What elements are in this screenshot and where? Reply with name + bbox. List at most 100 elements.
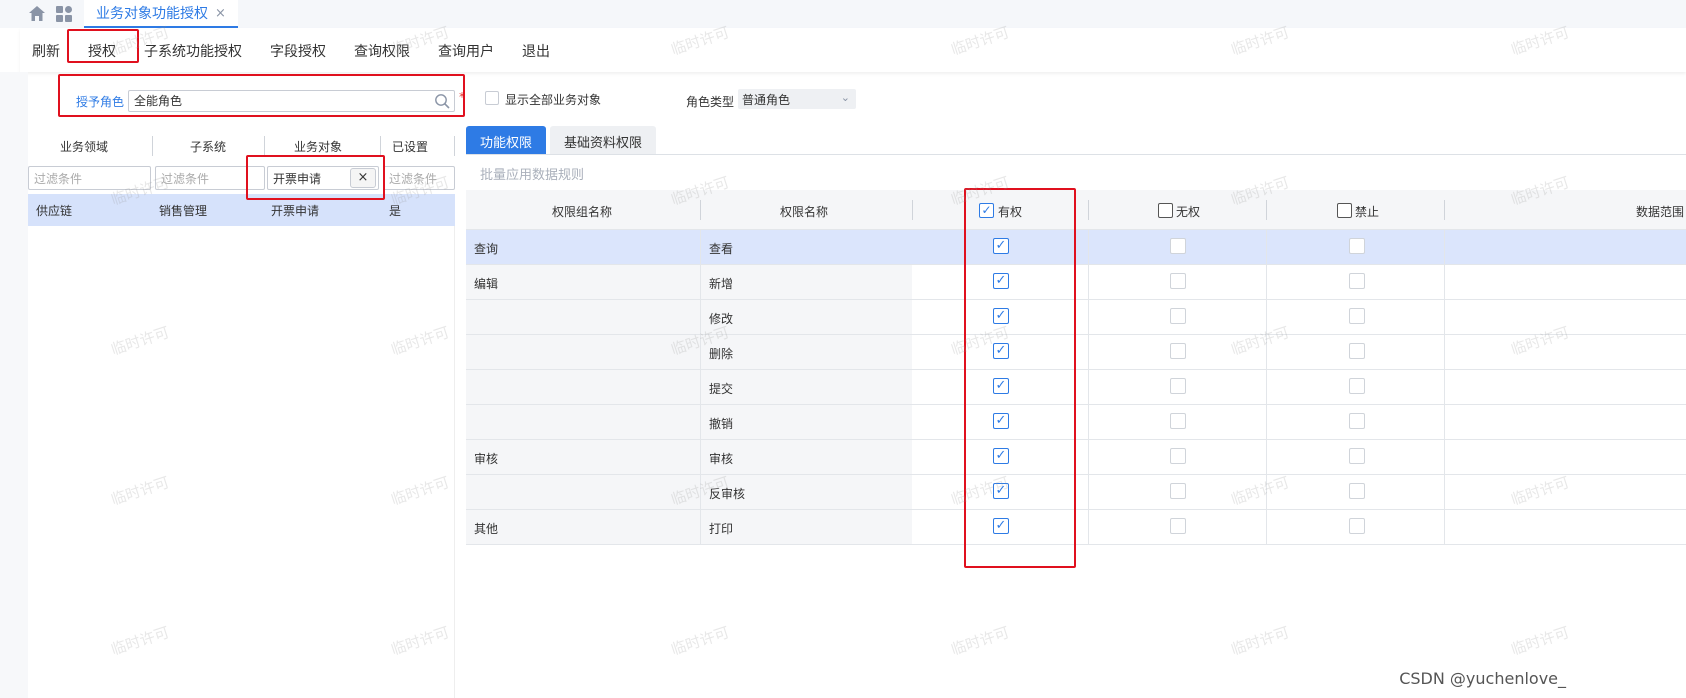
grant-role-input[interactable]: 全能角色	[128, 90, 455, 112]
no-permission-checkbox[interactable]	[1170, 413, 1186, 429]
table-row[interactable]: 撤销 ✓	[466, 405, 1686, 440]
grid-body: 查询 查看 ✓ 编辑 新增 ✓ 修改 ✓ 删除 ✓ 提交 ✓ 撤销 ✓ 审核 审核 ✓ 反审核 ✓ 其他 打印 ✓	[466, 230, 1686, 545]
batch-apply-rules-button[interactable]: 批量应用数据规则	[480, 164, 584, 183]
tab-function-permission[interactable]: 功能权限	[466, 126, 547, 154]
apps-grid-icon[interactable]	[56, 6, 72, 22]
has-permission-checkbox[interactable]: ✓	[993, 483, 1009, 499]
filter-business-domain[interactable]: 过滤条件	[28, 166, 151, 190]
cell-permission-name: 提交	[700, 370, 912, 404]
grant-role-label: 授予角色	[76, 95, 125, 109]
role-type-select[interactable]: 普通角色 ⌄	[738, 89, 856, 109]
has-permission-checkbox[interactable]: ✓	[993, 413, 1009, 429]
cell-permission-name: 删除	[700, 335, 912, 369]
cell-permission-name: 新增	[700, 265, 912, 299]
tab-business-object-auth[interactable]: 业务对象功能授权 ×	[84, 0, 238, 28]
table-row[interactable]: 删除 ✓	[466, 335, 1686, 370]
table-row[interactable]: 修改 ✓	[466, 300, 1686, 335]
deny-checkbox[interactable]	[1349, 448, 1365, 464]
no-permission-checkbox[interactable]	[1170, 483, 1186, 499]
deny-checkbox[interactable]	[1349, 308, 1365, 324]
refresh-button[interactable]: 刷新	[32, 41, 60, 61]
no-permission-checkbox[interactable]	[1170, 273, 1186, 289]
cell-domain: 供应链	[36, 204, 73, 218]
deny-checkbox[interactable]	[1349, 273, 1365, 289]
deny-checkbox[interactable]	[1349, 413, 1365, 429]
role-type-value: 普通角色	[742, 93, 791, 107]
watermark-text: 临时许可	[668, 623, 732, 659]
table-row[interactable]: 编辑 新增 ✓	[466, 265, 1686, 300]
deny-checkbox[interactable]	[1349, 343, 1365, 359]
cell-permission-name: 修改	[700, 300, 912, 334]
has-permission-checkbox[interactable]: ✓	[993, 238, 1009, 254]
col-has-permission: 有权	[998, 205, 1023, 219]
row-background	[912, 440, 1686, 474]
cell-group-name	[466, 475, 700, 509]
no-permission-checkbox[interactable]	[1170, 518, 1186, 534]
header-none-checkbox[interactable]	[1158, 203, 1173, 218]
cell-permission-name: 打印	[700, 510, 912, 544]
permission-grid: 权限组名称 权限名称 ✓ 有权 无权 禁止 数据范围 查询 查看 ✓ 编辑 新增 ✓ 修改 ✓…	[466, 190, 1686, 545]
header-deny-checkbox[interactable]	[1337, 203, 1352, 218]
col-no-permission: 无权	[1176, 205, 1201, 219]
has-permission-checkbox[interactable]: ✓	[993, 308, 1009, 324]
has-permission-checkbox[interactable]: ✓	[993, 518, 1009, 534]
table-row[interactable]: 提交 ✓	[466, 370, 1686, 405]
no-permission-checkbox[interactable]	[1170, 308, 1186, 324]
show-all-checkbox[interactable]	[485, 91, 499, 105]
cell-group-name	[466, 405, 700, 439]
close-icon[interactable]: ×	[215, 6, 226, 21]
filter-placeholder: 过滤条件	[161, 172, 210, 186]
cell-group-name: 编辑	[466, 265, 700, 299]
no-permission-checkbox[interactable]	[1170, 343, 1186, 359]
no-permission-checkbox[interactable]	[1170, 238, 1186, 254]
table-row[interactable]: 其他 打印 ✓	[466, 510, 1686, 545]
row-background	[912, 475, 1686, 509]
field-auth-button[interactable]: 字段授权	[270, 41, 326, 61]
col-business-object[interactable]: 业务对象	[264, 138, 372, 155]
deny-checkbox[interactable]	[1349, 378, 1365, 394]
deny-checkbox[interactable]	[1349, 518, 1365, 534]
clear-filter-button[interactable]: ×	[350, 168, 376, 188]
filter-business-object[interactable]: 开票申请 ×	[267, 166, 379, 190]
has-permission-checkbox[interactable]: ✓	[993, 273, 1009, 289]
cell-object: 开票申请	[271, 204, 320, 218]
cell-permission-name: 审核	[700, 440, 912, 474]
query-permission-button[interactable]: 查询权限	[354, 41, 410, 61]
tab-divider	[466, 154, 1686, 155]
col-group-name: 权限组名称	[552, 205, 613, 219]
watermark-text: 临时许可	[1228, 623, 1292, 659]
no-permission-checkbox[interactable]	[1170, 378, 1186, 394]
deny-checkbox[interactable]	[1349, 238, 1365, 254]
subsystem-auth-button[interactable]: 子系统功能授权	[144, 41, 242, 61]
no-permission-checkbox[interactable]	[1170, 448, 1186, 464]
header-has-checkbox[interactable]: ✓	[979, 203, 994, 218]
grant-role-value: 全能角色	[134, 94, 183, 108]
has-permission-checkbox[interactable]: ✓	[993, 448, 1009, 464]
authorize-button[interactable]: 授权	[88, 41, 116, 61]
filter-is-set[interactable]: 过滤条件	[383, 166, 455, 190]
tab-title: 业务对象功能授权	[96, 6, 208, 22]
search-icon[interactable]	[434, 93, 450, 109]
exit-button[interactable]: 退出	[522, 41, 550, 61]
watermark-text: 临时许可	[948, 623, 1012, 659]
table-row[interactable]: 查询 查看 ✓	[466, 230, 1686, 265]
table-row[interactable]: 审核 审核 ✓	[466, 440, 1686, 475]
has-permission-checkbox[interactable]: ✓	[993, 378, 1009, 394]
col-business-domain[interactable]: 业务领域	[28, 138, 140, 155]
role-type-label: 角色类型	[686, 95, 735, 109]
chevron-down-icon: ⌄	[840, 91, 850, 104]
home-icon[interactable]	[28, 5, 46, 22]
table-row[interactable]: 反审核 ✓	[466, 475, 1686, 510]
query-users-button[interactable]: 查询用户	[438, 41, 494, 61]
has-permission-checkbox[interactable]: ✓	[993, 343, 1009, 359]
table-row[interactable]: 供应链 销售管理 开票申请 是	[28, 194, 455, 226]
cell-group-name: 审核	[466, 440, 700, 474]
tab-base-data-permission[interactable]: 基础资料权限	[550, 126, 657, 154]
row-background	[912, 300, 1686, 334]
col-is-set[interactable]: 已设置	[380, 138, 440, 155]
filter-subsystem[interactable]: 过滤条件	[155, 166, 265, 190]
deny-checkbox[interactable]	[1349, 483, 1365, 499]
left-table-body	[28, 226, 455, 698]
col-subsystem[interactable]: 子系统	[152, 138, 264, 155]
cell-permission-name: 撤销	[700, 405, 912, 439]
